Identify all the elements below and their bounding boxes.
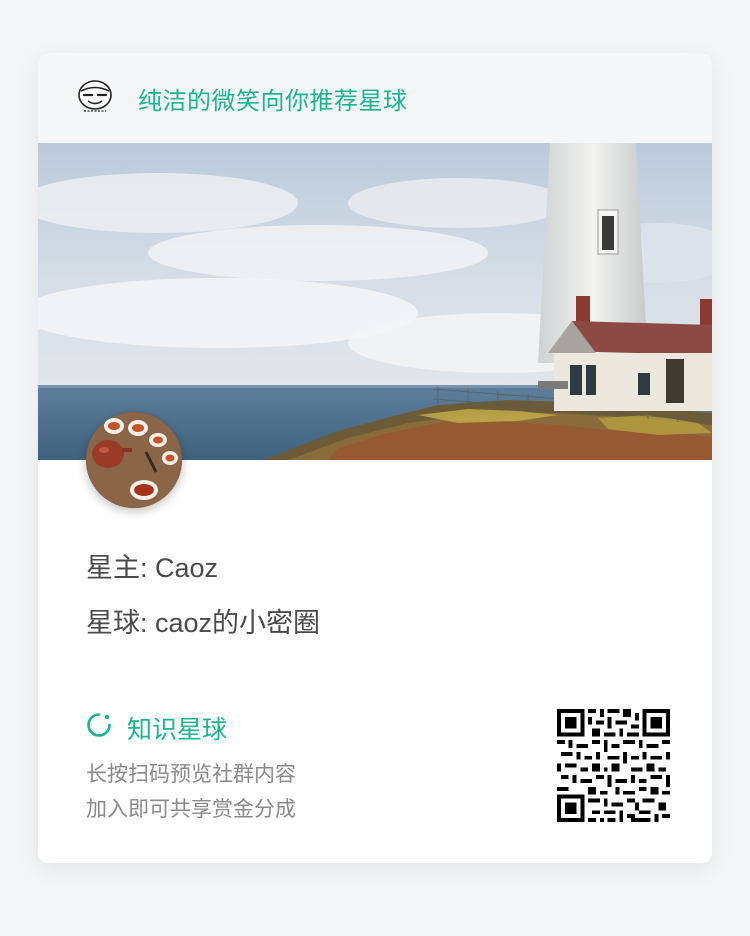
avatar (86, 412, 182, 508)
cartoon-face-logo-icon (78, 80, 112, 112)
owner-label: 星主: Caoz (86, 553, 219, 583)
header-title: 纯洁的微笑向你推荐星球 (138, 88, 408, 115)
invite-card: 纯洁的微笑向你推荐星球 星主: Caoz 星球: caoz的小密圈 知识星球 长… (38, 53, 712, 863)
brand-label: 知识星球 (127, 716, 228, 744)
header-bar: 纯洁的微笑向你推荐星球 (38, 53, 712, 143)
qr-code[interactable] (557, 709, 670, 822)
refresh-circle-icon (87, 713, 111, 737)
description-line-2: 加入即可共享赏金分成 (86, 798, 296, 821)
planet-label: 星球: caoz的小密圈 (86, 608, 321, 638)
description-line-1: 长按扫码预览社群内容 (86, 763, 296, 786)
